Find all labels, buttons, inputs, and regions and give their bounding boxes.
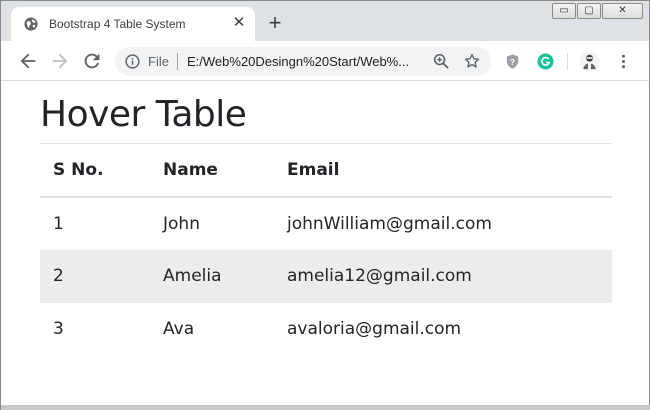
browser-tab[interactable]: Bootstrap 4 Table System ✕ [11, 7, 255, 41]
page-viewport: Hover Table S No. Name Email 1 John john… [1, 82, 649, 407]
cell-name: John [163, 213, 200, 234]
maximize-button[interactable]: ▢ [577, 3, 601, 19]
back-arrow-icon[interactable] [17, 50, 39, 72]
scheme-label: File [148, 54, 169, 69]
table-header-row: S No. Name Email [40, 143, 612, 198]
page-title: Hover Table [40, 94, 247, 135]
tab-close-icon[interactable]: ✕ [231, 15, 247, 31]
browser-toolbar: File E:/Web%20Desingn%20Start/Web%... ? [1, 41, 649, 81]
zoom-icon[interactable] [433, 53, 450, 70]
forward-arrow-icon[interactable] [49, 50, 71, 72]
window-bottom-edge [1, 405, 650, 410]
cell-email: johnWilliam@gmail.com [287, 213, 492, 234]
profile-avatar-icon[interactable] [579, 51, 600, 72]
globe-icon [24, 17, 38, 31]
tab-strip: Bootstrap 4 Table System ✕ + ▭ ▢ ✕ [1, 1, 649, 41]
table-row[interactable]: 3 Ava avaloria@gmail.com [40, 303, 612, 356]
hover-table: S No. Name Email 1 John johnWilliam@gmai… [40, 143, 612, 356]
info-icon[interactable] [125, 54, 140, 69]
window-close-button[interactable]: ✕ [602, 3, 643, 19]
cell-serial-no: 3 [53, 319, 64, 339]
star-icon[interactable] [463, 52, 481, 70]
cell-email: amelia12@gmail.com [274, 249, 612, 303]
cell-name: Amelia [150, 249, 274, 303]
header-name: Name [150, 143, 274, 198]
header-serial-no: S No. [40, 143, 150, 198]
svg-text:?: ? [510, 57, 515, 67]
new-tab-button[interactable]: + [264, 12, 286, 35]
cell-serial-no: 2 [40, 249, 150, 303]
kebab-menu-icon[interactable] [615, 53, 632, 70]
browser-window: Bootstrap 4 Table System ✕ + ▭ ▢ ✕ File … [0, 0, 650, 410]
omnibox-divider [177, 53, 178, 70]
url-text[interactable]: E:/Web%20Desingn%20Start/Web%... [187, 54, 415, 69]
minimize-button[interactable]: ▭ [552, 3, 576, 19]
address-bar[interactable]: File E:/Web%20Desingn%20Start/Web%... [115, 47, 491, 76]
table-row[interactable]: 1 John johnWilliam@gmail.com [40, 197, 612, 250]
shield-extension-icon[interactable]: ? [504, 53, 521, 70]
toolbar-separator [567, 53, 568, 70]
cell-serial-no: 1 [53, 213, 64, 234]
header-email: Email [274, 143, 612, 198]
tab-title: Bootstrap 4 Table System [49, 17, 186, 31]
cell-name: Ava [163, 319, 195, 339]
grammarly-extension-icon[interactable] [537, 53, 554, 70]
cell-email: avaloria@gmail.com [287, 319, 462, 339]
reload-icon[interactable] [81, 50, 103, 72]
table-row-hovered[interactable]: 2 Amelia amelia12@gmail.com [40, 249, 612, 303]
